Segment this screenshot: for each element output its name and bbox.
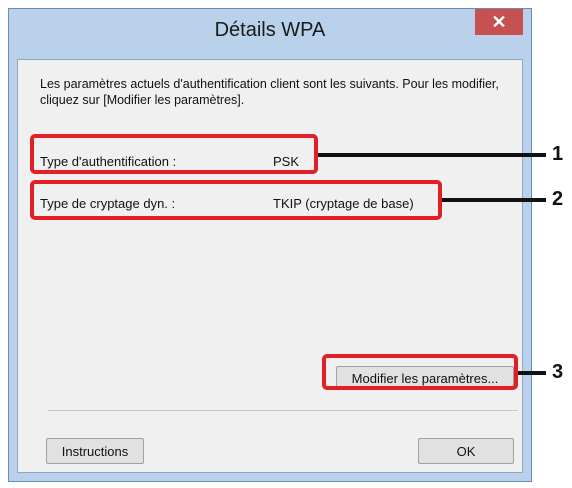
callout-box-2 bbox=[30, 180, 442, 220]
intro-text: Les paramètres actuels d'authentificatio… bbox=[40, 77, 499, 107]
callout-box-3 bbox=[322, 354, 518, 390]
wpa-details-dialog: Détails WPA ✕ Les paramètres actuels d'a… bbox=[8, 8, 532, 482]
dialog-title: Détails WPA bbox=[214, 19, 326, 41]
callout-leader-1 bbox=[318, 153, 546, 157]
close-button[interactable]: ✕ bbox=[475, 9, 523, 35]
callout-number-3: 3 bbox=[552, 361, 564, 383]
callout-number-2: 2 bbox=[552, 188, 564, 210]
ok-button[interactable]: OK bbox=[418, 438, 514, 464]
instructions-button[interactable]: Instructions bbox=[46, 438, 144, 464]
callout-leader-2 bbox=[442, 198, 546, 202]
callout-box-1 bbox=[30, 134, 318, 174]
callout-number-1: 1 bbox=[552, 143, 564, 165]
separator bbox=[48, 410, 518, 411]
callout-leader-3 bbox=[518, 371, 546, 375]
close-icon: ✕ bbox=[491, 11, 507, 32]
title-bar: Détails WPA ✕ bbox=[9, 9, 531, 59]
dialog-body: Les paramètres actuels d'authentificatio… bbox=[17, 59, 523, 473]
